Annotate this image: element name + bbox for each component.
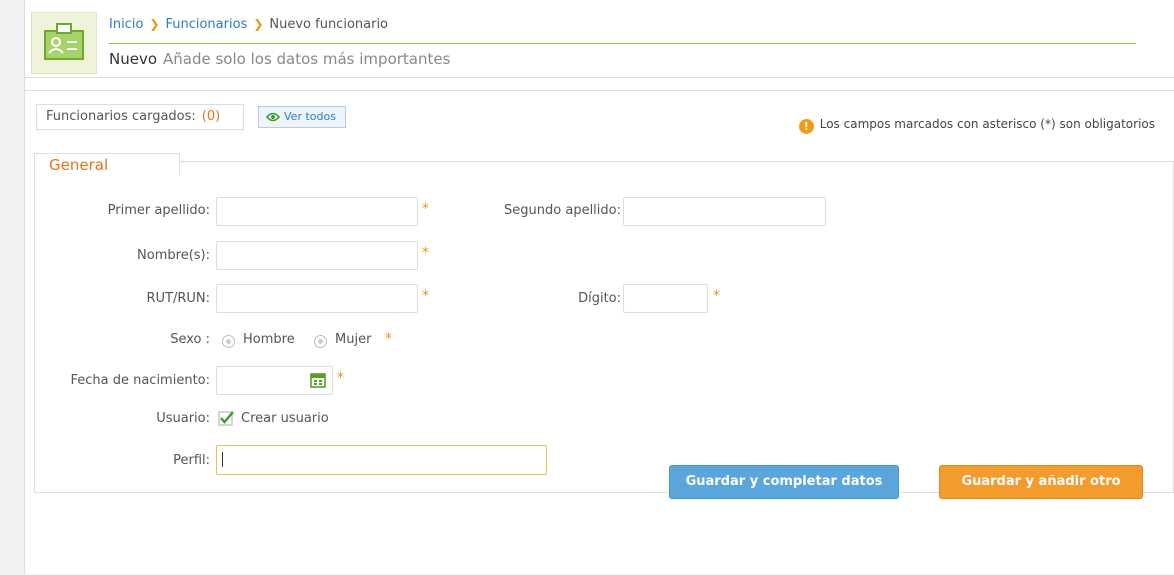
- digit-label: Dígito:: [578, 291, 621, 306]
- loaded-counter: Funcionarios cargados: (0): [36, 104, 244, 130]
- eye-icon: [265, 112, 281, 122]
- page-subtitle: Añade solo los datos más importantes: [163, 50, 451, 68]
- user-label: Usuario:: [156, 411, 210, 426]
- page-header: Inicio ❯ Funcionarios ❯ Nuevo funcionario Nu…: [25, 0, 1174, 78]
- text-cursor: [222, 452, 223, 467]
- rut-label: RUT/RUN:: [146, 291, 210, 306]
- view-all-button[interactable]: Ver todos: [258, 106, 346, 128]
- breadcrumb: Inicio ❯ Funcionarios ❯ Nuevo funcionario: [109, 17, 388, 32]
- second-surname-label: Segundo apellido:: [504, 203, 621, 218]
- chevron-right-icon: ❯: [253, 17, 264, 31]
- profile-label: Perfil:: [173, 453, 210, 468]
- header-divider: [109, 43, 1136, 44]
- first-surname-label: Primer apellido:: [107, 203, 210, 218]
- second-surname-input[interactable]: [623, 197, 826, 226]
- required-mark: *: [337, 370, 344, 386]
- create-user-label: Crear usuario: [241, 411, 329, 426]
- page-title-text: Nuevo: [109, 50, 158, 68]
- page: Inicio ❯ Funcionarios ❯ Nuevo funcionario Nu…: [24, 0, 1174, 574]
- sex-male-label: Hombre: [243, 332, 295, 347]
- breadcrumb-funcionarios-link[interactable]: Funcionarios: [165, 17, 247, 32]
- breadcrumb-current: Nuevo funcionario: [269, 17, 389, 32]
- loaded-counter-label: Funcionarios cargados:: [46, 109, 196, 124]
- digit-input[interactable]: [623, 284, 708, 313]
- sex-female-radio[interactable]: [314, 335, 327, 348]
- birthdate-label: Fecha de nacimiento:: [70, 373, 210, 388]
- names-label: Nombre(s):: [137, 248, 210, 263]
- names-input[interactable]: [216, 241, 418, 270]
- calendar-icon[interactable]: [310, 372, 326, 392]
- required-mark: *: [422, 288, 429, 304]
- page-title: Nuevo Añade solo los datos más importante…: [109, 50, 450, 68]
- required-notice-text: Los campos marcados con asterisco (*) so…: [819, 117, 1155, 131]
- loaded-counter-value: (0): [201, 109, 221, 124]
- sex-female-label: Mujer: [335, 332, 372, 347]
- create-user-checkbox[interactable]: [218, 410, 234, 430]
- required-mark: *: [422, 245, 429, 261]
- breadcrumb-home-link[interactable]: Inicio: [109, 17, 143, 32]
- view-all-label: Ver todos: [284, 110, 336, 123]
- general-legend: General: [34, 153, 180, 175]
- save-add-another-button[interactable]: Guardar y añadir otro: [939, 465, 1143, 499]
- profile-input[interactable]: [216, 445, 547, 475]
- required-notice: ! Los campos marcados con asterisco (*) s…: [798, 117, 1155, 134]
- required-mark: *: [385, 331, 392, 347]
- checkmark-icon: [218, 411, 234, 426]
- rut-input[interactable]: [216, 284, 418, 313]
- required-mark: *: [713, 288, 720, 304]
- warning-icon: !: [798, 119, 814, 134]
- first-surname-input[interactable]: [216, 197, 418, 226]
- save-complete-button[interactable]: Guardar y completar datos: [669, 465, 899, 499]
- sex-label: Sexo :: [170, 332, 210, 347]
- sex-male-radio[interactable]: [222, 335, 235, 348]
- chevron-right-icon: ❯: [149, 17, 160, 31]
- id-card-icon: [31, 12, 97, 74]
- required-mark: *: [422, 201, 429, 217]
- form-panel: Funcionarios cargados: (0) Ver todos ! Los…: [25, 90, 1174, 575]
